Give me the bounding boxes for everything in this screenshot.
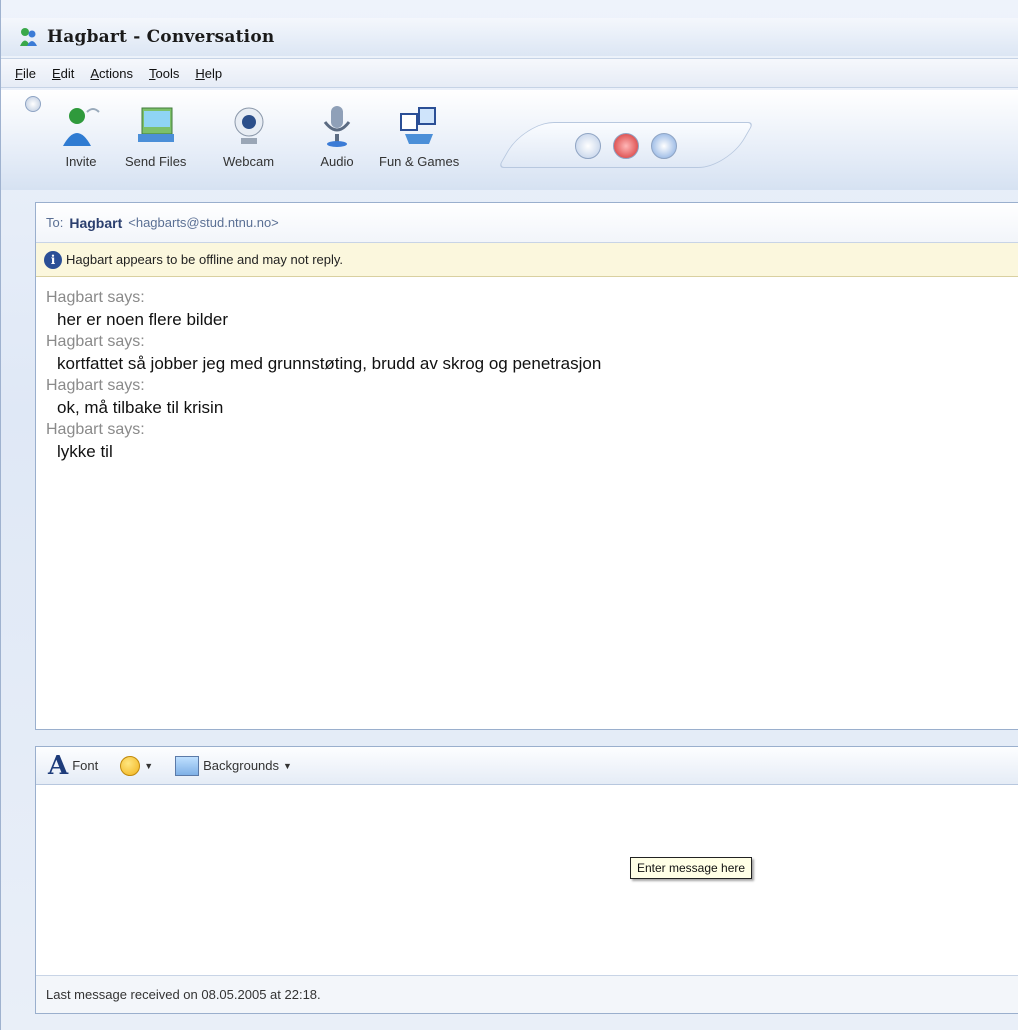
microphone-icon xyxy=(323,106,351,147)
conversation-window: Hagbart - Conversation File Edit Actions… xyxy=(0,0,1018,1030)
menu-tools[interactable]: Tools xyxy=(149,66,179,81)
to-label: To: xyxy=(46,215,64,230)
toolbar: Invite Send Files Webcam Audio Fun & Gam… xyxy=(1,90,1018,190)
conversation-panel: To: Hagbart <hagbarts@stud.ntnu.no> i Ha… xyxy=(35,202,1018,730)
offline-notice: i Hagbart appears to be offline and may … xyxy=(36,243,1018,277)
format-toolbar: A Font ▼ Backgrounds ▼ xyxy=(36,747,1018,785)
message-history[interactable]: Hagbart says: her er noen flere bilder H… xyxy=(36,277,1018,463)
games-icon xyxy=(400,107,437,144)
block-icon[interactable] xyxy=(613,133,639,159)
invite-button[interactable]: Invite xyxy=(57,104,105,169)
backgrounds-icon xyxy=(175,755,200,776)
toolbar-menu-button[interactable] xyxy=(25,96,41,112)
send-files-button[interactable]: Send Files xyxy=(125,104,186,169)
message-text: kortfattet så jobber jeg med grunnstøtin… xyxy=(57,354,602,373)
contact-name[interactable]: Hagbart xyxy=(69,215,122,231)
message-sender: Hagbart says: xyxy=(46,333,145,350)
compose-panel: A Font ▼ Backgrounds ▼ Enter message her… xyxy=(35,746,1018,1014)
invite-icon xyxy=(63,108,100,146)
backgrounds-button[interactable]: Backgrounds ▼ xyxy=(175,755,292,776)
info-icon: i xyxy=(44,250,62,269)
window-title: Hagbart - Conversation xyxy=(47,27,275,47)
audio-button[interactable]: Audio xyxy=(313,104,361,169)
contact-email: <hagbarts@stud.ntnu.no> xyxy=(128,215,279,230)
chevron-down-icon: ▼ xyxy=(283,760,292,771)
messenger-icon xyxy=(20,28,37,46)
dropdown-arrow-icon[interactable] xyxy=(575,133,601,159)
emoticon-button[interactable]: ▼ xyxy=(120,755,154,776)
font-icon: A xyxy=(48,750,69,781)
recipient-row: To: Hagbart <hagbarts@stud.ntnu.no> xyxy=(36,203,1018,243)
message-sender: Hagbart says: xyxy=(46,421,145,438)
message-sender: Hagbart says: xyxy=(46,377,145,394)
message-input[interactable]: Enter message here xyxy=(36,785,1018,975)
message-sender: Hagbart says: xyxy=(46,289,145,306)
message-text: lykke til xyxy=(57,442,113,461)
chevron-down-icon: ▼ xyxy=(144,760,154,771)
font-button[interactable]: A Font xyxy=(48,753,98,779)
webcam-icon xyxy=(234,107,264,144)
offline-notice-text: Hagbart appears to be offline and may no… xyxy=(66,252,344,267)
title-bar[interactable]: Hagbart - Conversation xyxy=(1,18,1018,56)
menu-bar: File Edit Actions Tools Help xyxy=(1,58,1018,88)
last-message-status: Last message received on 08.05.2005 at 2… xyxy=(46,987,321,1002)
menu-edit[interactable]: Edit xyxy=(52,66,74,81)
menu-actions[interactable]: Actions xyxy=(90,66,133,81)
input-tooltip: Enter message here xyxy=(630,857,753,879)
theme-icon[interactable] xyxy=(651,133,677,159)
status-bar: Last message received on 08.05.2005 at 2… xyxy=(36,975,1018,1013)
smiley-icon xyxy=(120,755,141,776)
fun-games-button[interactable]: Fun & Games xyxy=(379,104,459,169)
message-text: ok, må tilbake til krisin xyxy=(57,398,224,417)
webcam-button[interactable]: Webcam xyxy=(223,104,274,169)
send-files-icon xyxy=(137,107,174,142)
menu-help[interactable]: Help xyxy=(195,66,222,81)
menu-file[interactable]: File xyxy=(15,66,36,81)
message-text: her er noen flere bilder xyxy=(57,310,229,329)
